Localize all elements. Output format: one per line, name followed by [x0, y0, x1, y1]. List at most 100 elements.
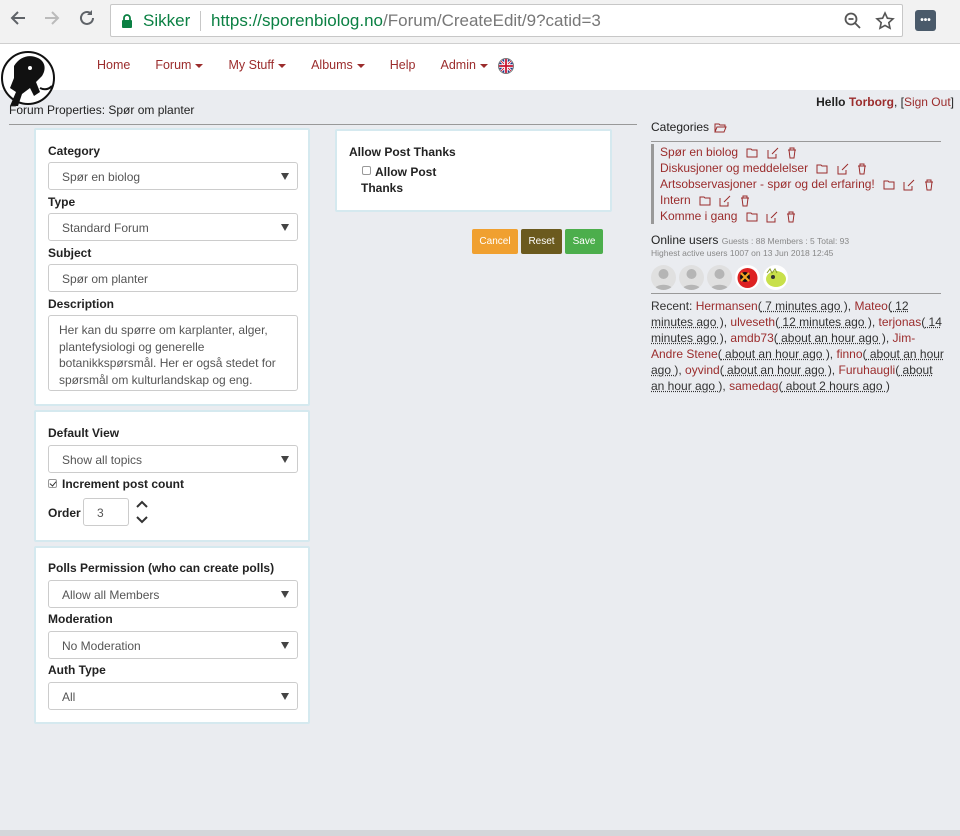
recent-time: about an hour ago [723, 363, 828, 377]
nav-admin-label: Admin [440, 58, 476, 72]
increment-post-count-checkbox[interactable] [48, 479, 57, 488]
category-item[interactable]: Diskusjoner og meddelelser [651, 160, 934, 176]
auth-type-select[interactable]: All [48, 682, 298, 710]
dropdown-arrow-icon [281, 173, 289, 180]
allow-post-thanks-checkbox[interactable] [362, 166, 371, 175]
folder-icon[interactable] [746, 148, 758, 158]
category-name[interactable]: Intern [660, 193, 691, 207]
trash-icon[interactable] [924, 179, 934, 191]
subject-input[interactable]: Spør om planter [48, 264, 298, 292]
zoom-icon[interactable] [843, 11, 863, 31]
dropdown-arrow-icon [281, 693, 289, 700]
moderation-select[interactable]: No Moderation [48, 631, 298, 659]
polls-permission-select[interactable]: Allow all Members [48, 580, 298, 608]
online-divider [651, 293, 941, 294]
trash-icon[interactable] [857, 163, 867, 175]
edit-icon[interactable] [837, 163, 849, 175]
folder-icon[interactable] [816, 164, 828, 174]
online-avatars [651, 265, 791, 290]
chevron-down-icon [479, 63, 488, 68]
url-text[interactable]: https://sporenbiolog.no/Forum/CreateEdit… [211, 11, 601, 31]
hello-label: Hello [816, 95, 846, 109]
order-label: Order [48, 506, 81, 520]
page-title: Forum Properties: Spør om planter [9, 103, 195, 117]
avatar[interactable] [763, 265, 788, 290]
recent-user[interactable]: Mateo [854, 299, 887, 313]
nav-forum[interactable]: Forum [155, 58, 204, 72]
folder-icon[interactable] [699, 196, 711, 206]
recent-time: 12 minutes ago [779, 315, 868, 329]
allow-post-thanks-label-2: Thanks [361, 181, 404, 195]
recent-user[interactable]: Furuhaugli [838, 363, 895, 377]
language-flag-icon[interactable] [498, 58, 514, 74]
back-icon[interactable] [6, 8, 30, 32]
nav-my-stuff-label: My Stuff [228, 58, 275, 72]
dropdown-arrow-icon [281, 456, 289, 463]
chevron-down-icon [356, 63, 365, 68]
nav-albums[interactable]: Albums [311, 58, 365, 72]
nav-my-stuff[interactable]: My Stuff [228, 58, 287, 72]
category-name[interactable]: Komme i gang [660, 209, 737, 223]
recent-user[interactable]: amdb73 [730, 331, 773, 345]
cancel-button[interactable]: Cancel [472, 229, 518, 254]
recent-user[interactable]: samedag [729, 379, 778, 393]
nav-help[interactable]: Help [390, 58, 416, 72]
trash-icon[interactable] [786, 211, 796, 223]
nav-albums-label: Albums [311, 58, 353, 72]
trash-icon[interactable] [787, 147, 797, 159]
title-divider [9, 124, 637, 125]
category-item[interactable]: Spør en biolog [651, 144, 934, 160]
category-name[interactable]: Artsobservasjoner - spør og del erfaring… [660, 177, 875, 191]
recent-time: about 2 hours ago [782, 379, 886, 393]
edit-icon[interactable] [766, 211, 778, 223]
avatar[interactable] [707, 265, 732, 290]
recent-user[interactable]: oyvind [685, 363, 720, 377]
category-select[interactable]: Spør en biolog [48, 162, 298, 190]
folder-icon[interactable] [883, 180, 895, 190]
increment-up-icon[interactable] [136, 499, 148, 509]
recent-user[interactable]: terjonas [879, 315, 922, 329]
reload-icon[interactable] [75, 8, 99, 32]
extension-icon[interactable]: ••• [915, 10, 936, 31]
edit-icon[interactable] [767, 147, 779, 159]
decrement-down-icon[interactable] [136, 515, 148, 525]
category-name[interactable]: Diskusjoner og meddelelser [660, 161, 808, 175]
folder-open-icon[interactable] [714, 122, 728, 133]
recent-user[interactable]: ulveseth [730, 315, 775, 329]
order-input[interactable]: 3 [83, 498, 129, 526]
folder-icon[interactable] [746, 212, 758, 222]
user-greeting: Hello Torborg, [Sign Out] [816, 95, 954, 109]
polls-permission-label: Polls Permission (who can create polls) [48, 561, 275, 575]
nav-home[interactable]: Home [97, 58, 130, 72]
avatar[interactable] [679, 265, 704, 290]
save-button[interactable]: Save [565, 229, 603, 254]
category-item[interactable]: Intern [651, 192, 934, 208]
url-host: https://sporenbiolog.no [211, 11, 384, 30]
address-bar[interactable]: Sikker https://sporenbiolog.no/Forum/Cre… [110, 4, 903, 37]
category-item[interactable]: Artsobservasjoner - spør og del erfaring… [651, 176, 934, 192]
recent-user[interactable]: Hermansen [696, 299, 758, 313]
type-select[interactable]: Standard Forum [48, 213, 298, 241]
username-link[interactable]: Torborg [849, 95, 894, 109]
edit-icon[interactable] [903, 179, 915, 191]
edit-icon[interactable] [719, 195, 731, 207]
avatar[interactable] [651, 265, 676, 290]
avatar[interactable] [735, 265, 760, 290]
category-name[interactable]: Spør en biolog [660, 145, 738, 159]
nav-admin[interactable]: Admin [441, 58, 488, 72]
description-textarea[interactable]: Her kan du spørre om karplanter, alger, … [48, 315, 298, 391]
description-label: Description [48, 297, 115, 311]
recent-time: about an hour ago [721, 347, 826, 361]
trash-icon[interactable] [740, 195, 750, 207]
reset-button[interactable]: Reset [521, 229, 562, 254]
default-view-label: Default View [48, 426, 120, 440]
sign-out-link[interactable]: Sign Out [904, 95, 951, 109]
forward-icon[interactable] [40, 8, 64, 32]
default-view-select[interactable]: Show all topics [48, 445, 298, 473]
recent-user[interactable]: finno [836, 347, 862, 361]
category-item[interactable]: Komme i gang [651, 208, 934, 224]
bookmark-star-icon[interactable] [875, 11, 895, 31]
recent-time: about an hour ago [777, 331, 882, 345]
categories-label: Categories [651, 120, 710, 134]
site-logo[interactable] [0, 46, 60, 106]
